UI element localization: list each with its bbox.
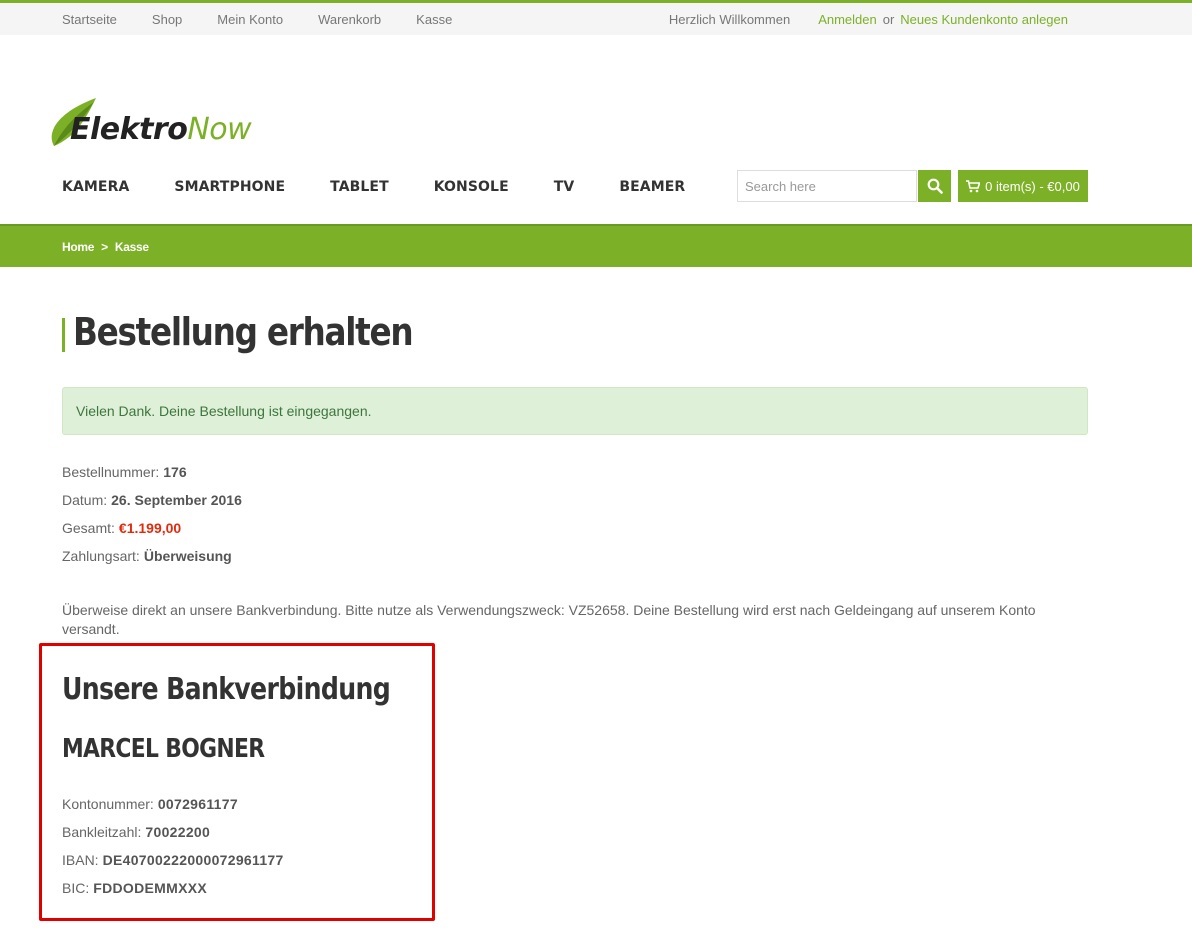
account-number-row: Kontonummer: 0072961177: [62, 790, 284, 818]
breadcrumb-current: Kasse: [114, 239, 149, 254]
bank-code-row: Bankleitzahl: 70022200: [62, 818, 284, 846]
iban-label: IBAN:: [62, 852, 99, 868]
iban-row: IBAN: DE40700222000072961177: [62, 846, 284, 874]
success-notice: Vielen Dank. Deine Bestellung ist eingeg…: [62, 387, 1088, 435]
welcome-text: Herzlich Willkommen: [668, 11, 791, 27]
logo-text: ElektroNow: [70, 112, 252, 147]
nav-konsole[interactable]: KONSOLE: [434, 179, 509, 195]
nav-tablet[interactable]: TABLET: [330, 179, 389, 195]
order-total-label: Gesamt:: [62, 520, 115, 536]
search-input[interactable]: [737, 170, 917, 202]
payment-instruction: Überweise direkt an unsere Bankverbindun…: [62, 602, 1036, 637]
nav-beamer[interactable]: BEAMER: [619, 179, 685, 195]
site-logo[interactable]: ElektroNow: [44, 96, 264, 154]
breadcrumb-bar: Home > Kasse: [0, 224, 1192, 267]
search-icon: [927, 178, 943, 194]
bank-code-value: 70022200: [145, 824, 211, 840]
order-total-row: Gesamt: €1.199,00: [62, 514, 242, 542]
cart-label: 0 item(s) - €0,00: [985, 178, 1080, 194]
breadcrumb: Home > Kasse: [62, 226, 149, 267]
bank-heading: Unsere Bankverbindung: [62, 672, 391, 707]
account-links: Herzlich Willkommen Anmelden or Neues Ku…: [669, 3, 1068, 35]
search-button[interactable]: [918, 170, 951, 202]
breadcrumb-separator: >: [101, 239, 108, 254]
bank-code-label: Bankleitzahl:: [62, 824, 142, 840]
top-nav-startseite[interactable]: Startseite: [62, 12, 117, 27]
bank-details: Kontonummer: 0072961177 Bankleitzahl: 70…: [62, 790, 284, 902]
main-nav: KAMERA SMARTPHONE TABLET KONSOLE TV BEAM…: [62, 175, 730, 199]
top-bar: Startseite Shop Mein Konto Warenkorb Kas…: [0, 0, 1192, 35]
order-number-label: Bestellnummer:: [62, 464, 160, 480]
order-date-row: Datum: 26. September 2016: [62, 486, 242, 514]
success-notice-text: Vielen Dank. Deine Bestellung ist eingeg…: [76, 403, 372, 419]
logo-text-now: Now: [187, 112, 252, 147]
account-number-label: Kontonummer:: [62, 796, 154, 812]
account-holder: MARCEL BOGNER: [62, 734, 265, 764]
cart-icon: [966, 179, 981, 192]
iban-value: DE40700222000072961177: [102, 852, 284, 868]
login-link[interactable]: Anmelden: [818, 12, 877, 27]
order-date-value: 26. September 2016: [111, 492, 242, 508]
top-nav-shop[interactable]: Shop: [152, 12, 182, 27]
cart-button[interactable]: 0 item(s) - €0,00: [958, 170, 1088, 202]
nav-kamera[interactable]: KAMERA: [62, 179, 129, 195]
account-number-value: 0072961177: [157, 796, 238, 812]
bic-row: BIC: FDDODEMMXXX: [62, 874, 284, 902]
top-nav-kasse[interactable]: Kasse: [416, 12, 452, 27]
top-nav-mein-konto[interactable]: Mein Konto: [217, 12, 283, 27]
page-title: Bestellung erhalten: [73, 310, 414, 354]
payment-method-row: Zahlungsart: Überweisung: [62, 542, 242, 570]
bic-label: BIC:: [62, 880, 90, 896]
or-text: or: [882, 11, 895, 27]
top-nav: Startseite Shop Mein Konto Warenkorb Kas…: [62, 3, 487, 35]
order-date-label: Datum:: [62, 492, 108, 508]
order-total-value: €1.199,00: [118, 520, 182, 536]
order-number-value: 176: [163, 464, 187, 480]
payment-method-value: Überweisung: [143, 548, 232, 564]
bic-value: FDDODEMMXXX: [93, 880, 207, 896]
title-accent-bar: [62, 318, 65, 352]
nav-smartphone[interactable]: SMARTPHONE: [174, 179, 285, 195]
breadcrumb-home[interactable]: Home: [62, 240, 94, 254]
order-number-row: Bestellnummer: 176: [62, 458, 242, 486]
logo-text-elektro: Elektro: [70, 112, 188, 147]
register-link[interactable]: Neues Kundenkonto anlegen: [900, 12, 1068, 27]
top-nav-warenkorb[interactable]: Warenkorb: [318, 12, 381, 27]
nav-tv[interactable]: TV: [554, 179, 575, 195]
order-details: Bestellnummer: 176 Datum: 26. September …: [62, 458, 242, 570]
payment-method-label: Zahlungsart:: [62, 548, 140, 564]
